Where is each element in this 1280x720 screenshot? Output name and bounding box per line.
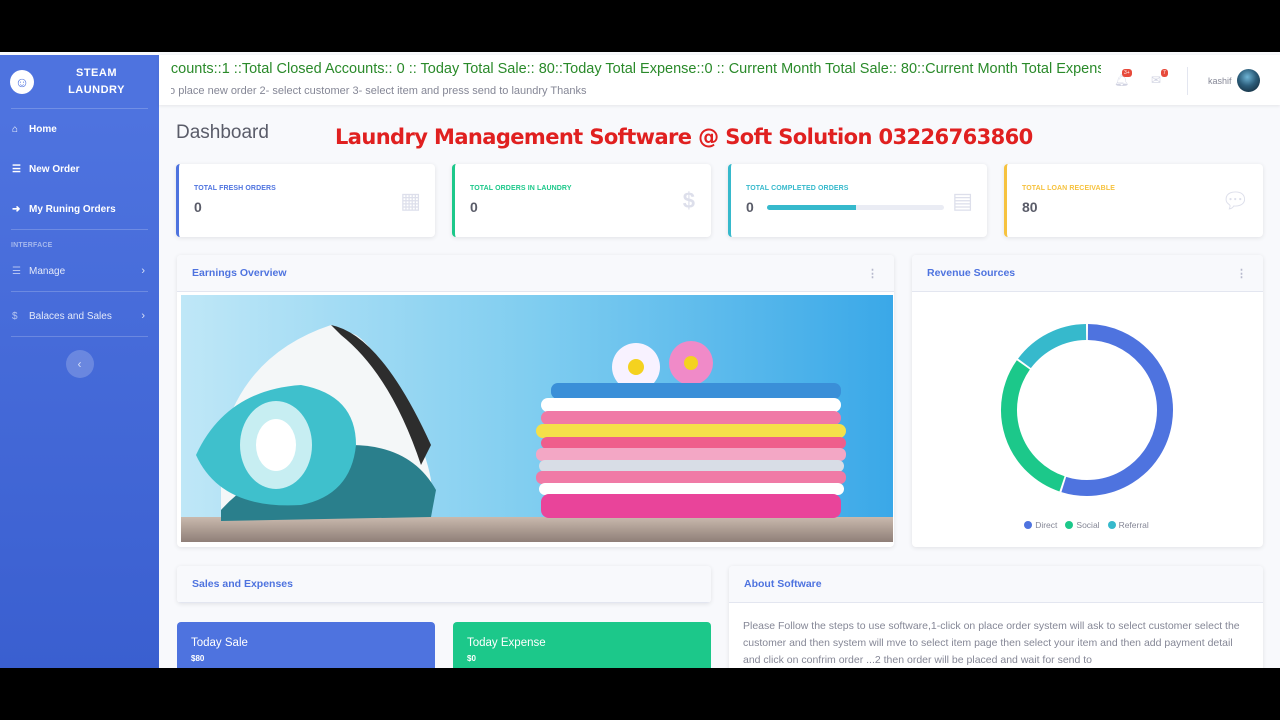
comments-icon: 💬︎ (1221, 188, 1249, 213)
legend-swatch (1107, 521, 1116, 529)
topbar-divider (1187, 67, 1188, 95)
card-title: Earnings Overview (192, 267, 287, 279)
list-icon: ☰ (12, 163, 21, 175)
alerts-badge: 3+ (1122, 69, 1132, 77)
avatar[interactable] (1237, 69, 1260, 92)
brand-name: STEAM LAUNDRY (68, 66, 125, 96)
tile-label: Today Expense (467, 637, 546, 649)
stat-value: 0 (194, 199, 202, 215)
clipboard-icon: ▤ (952, 188, 973, 213)
instructions-marquee: to place new order 2- select customer 3-… (171, 85, 631, 97)
more-vertical-icon[interactable]: ⋮ (1236, 267, 1247, 280)
sidebar-brand[interactable]: ☺ STEAM LAUNDRY (0, 55, 159, 108)
list-icon: ☰ (12, 265, 21, 277)
sidebar: ☺ STEAM LAUNDRY ⌂ Home ☰ New Order ➜ My … (0, 55, 159, 668)
stat-value: 0 (746, 199, 754, 215)
today-expense-tile: Today Expense $0 (453, 622, 711, 668)
donut-slice-referral[interactable] (1018, 324, 1087, 369)
revenue-donut-chart (1001, 324, 1173, 496)
chevron-right-icon: › (141, 265, 145, 277)
more-vertical-icon[interactable]: ⋮ (867, 267, 878, 280)
legend-swatch (1024, 521, 1033, 529)
sidebar-item-new-order[interactable]: ☰ New Order (0, 149, 159, 189)
laugh-wink-icon: ☺ (10, 69, 34, 94)
stat-card-loan-receivable: TOTAL LOAN RECEIVABLE 80 💬︎ (1004, 164, 1263, 237)
stat-value: 80 (1022, 199, 1038, 215)
stat-card-orders-in-laundry: TOTAL ORDERS IN LAUNDRY 0 $ (452, 164, 711, 237)
dollar-icon: $ (682, 188, 695, 213)
marquee-text: Accounts::1 ::Total Closed Accounts:: 0 … (171, 61, 1101, 77)
chart-legend: Direct Social Referral (912, 520, 1261, 530)
legend-item-direct: Direct (1024, 520, 1057, 530)
tile-value: $80 (191, 654, 205, 663)
donut-slice-direct[interactable] (1061, 324, 1173, 496)
today-sale-tile: Today Sale $80 (177, 622, 435, 668)
topbar: Accounts::1 ::Total Closed Accounts:: 0 … (159, 55, 1280, 105)
stat-label: TOTAL FRESH ORDERS (194, 185, 276, 192)
card-title: Sales and Expenses (192, 578, 293, 590)
sidebar-item-balances-sales[interactable]: $ Balaces and Sales › (0, 296, 159, 336)
stat-value: 0 (470, 199, 478, 215)
sidebar-divider (11, 291, 148, 292)
card-header: Earnings Overview ⋮ (177, 255, 894, 292)
sidebar-divider (11, 336, 148, 337)
sidebar-heading: INTERFACE (11, 242, 53, 249)
legend-item-referral: Referral (1107, 520, 1149, 530)
card-title: About Software (744, 578, 822, 590)
about-card: About Software Please Follow the steps t… (729, 566, 1263, 668)
letterbox-top (0, 0, 1280, 52)
card-title: Revenue Sources (927, 267, 1016, 279)
card-header: About Software (729, 566, 1263, 603)
calendar-icon: ▦ (400, 188, 421, 213)
stat-card-completed-orders: TOTAL COMPLETED ORDERS 0 ▤ (728, 164, 987, 237)
earnings-card: Earnings Overview ⋮ (177, 255, 894, 547)
stats-marquee: Accounts::1 ::Total Closed Accounts:: 0 … (171, 61, 1101, 77)
tile-label: Today Sale (191, 637, 248, 649)
promo-banner: Laundry Management Software @ Soft Solut… (335, 125, 1033, 149)
chevron-left-icon: ‹ (77, 357, 82, 371)
sidebar-item-label: My Runing Orders (29, 203, 116, 215)
sidebar-item-label: Manage (29, 265, 66, 277)
legend-label: Direct (1035, 520, 1058, 530)
about-text: Please Follow the steps to use software,… (743, 620, 1240, 666)
card-header: Sales and Expenses (177, 566, 711, 603)
iron-and-clothes-illustration (181, 295, 893, 542)
legend-label: Referral (1118, 520, 1149, 530)
revenue-card: Revenue Sources ⋮ Direct Social Referral (912, 255, 1263, 547)
letterbox-bottom (0, 668, 1280, 720)
laundry-image (181, 295, 893, 542)
sidebar-item-running-orders[interactable]: ➜ My Runing Orders (0, 189, 159, 229)
stat-label: TOTAL ORDERS IN LAUNDRY (470, 185, 572, 192)
envelope-icon[interactable]: ✉ (1151, 73, 1161, 87)
legend-swatch (1065, 521, 1074, 529)
stat-label: TOTAL LOAN RECEIVABLE (1022, 185, 1115, 192)
stat-label: TOTAL COMPLETED ORDERS (746, 185, 849, 192)
donut-slice-social[interactable] (1001, 360, 1065, 492)
page-title: Dashboard (176, 122, 269, 143)
sidebar-item-manage[interactable]: ☰ Manage › (0, 251, 159, 291)
progress-fill (767, 205, 856, 210)
hint-text: to place new order 2- select customer 3-… (171, 85, 587, 97)
dollar-icon: $ (12, 310, 18, 322)
arrow-right-icon: ➜ (12, 203, 21, 215)
legend-label: Social (1076, 520, 1100, 530)
card-header: Revenue Sources ⋮ (912, 255, 1263, 292)
sidebar-item-label: New Order (29, 163, 80, 175)
messages-badge: 7 (1161, 69, 1168, 77)
sidebar-toggle-button[interactable]: ‹ (65, 350, 94, 378)
chevron-right-icon: › (141, 310, 145, 322)
stat-card-fresh-orders: TOTAL FRESH ORDERS 0 ▦ (176, 164, 435, 237)
sidebar-item-home[interactable]: ⌂ Home (0, 109, 159, 149)
sales-expenses-card: Sales and Expenses (177, 566, 711, 603)
sidebar-item-label: Balaces and Sales (29, 310, 112, 322)
tile-value: $0 (467, 654, 476, 663)
sidebar-item-label: Home (29, 123, 57, 135)
home-icon: ⌂ (12, 123, 19, 135)
legend-item-social: Social (1065, 520, 1100, 530)
app-window: ☺ STEAM LAUNDRY ⌂ Home ☰ New Order ➜ My … (0, 52, 1280, 668)
completed-progress-bar (767, 205, 944, 210)
user-name[interactable]: kashif (1208, 76, 1232, 86)
